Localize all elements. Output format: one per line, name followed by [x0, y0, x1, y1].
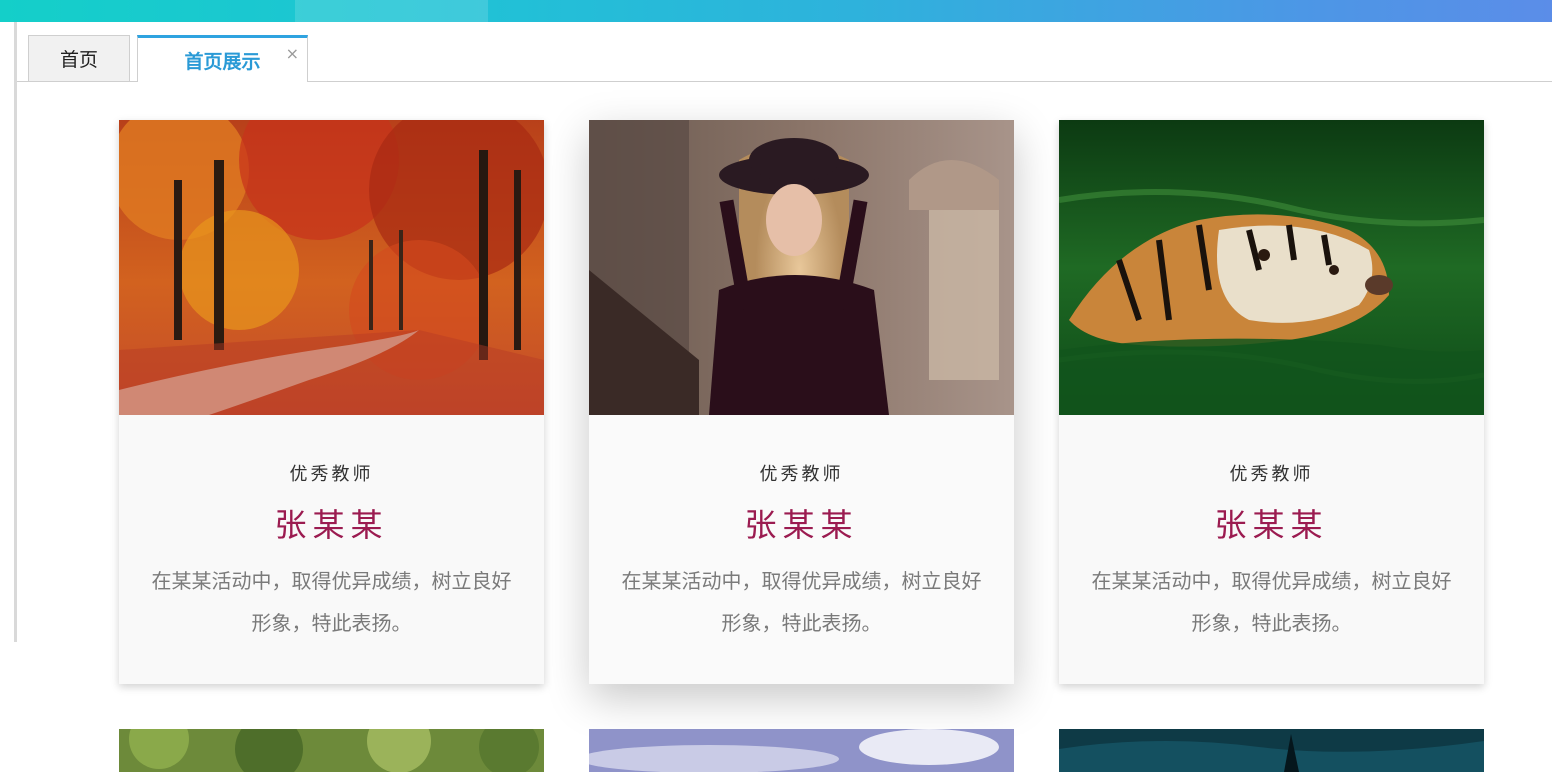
card-name: 张某某: [274, 506, 389, 544]
card-description: 在某某活动中，取得优异成绩，树立良好形象，特此表扬。: [151, 569, 512, 635]
card-image-woman-in-hat: [589, 120, 1014, 415]
tab-bar: 首页 首页展示 ×: [17, 22, 1552, 82]
teacher-card[interactable]: 优秀教师 张某某 在某某活动中，取得优异成绩，树立良好形象，特此表扬。: [589, 120, 1014, 684]
card-image-autumn-forest: [119, 120, 544, 415]
sidebar-edge: [14, 22, 17, 642]
card-name: 张某某: [744, 506, 859, 544]
teacher-card[interactable]: 优秀教师 张某某 在某某活动中，取得优异成绩，树立良好形象，特此表扬。: [1059, 120, 1484, 684]
card-image-green-trees[interactable]: [119, 729, 544, 772]
top-banner: [0, 0, 1552, 22]
teacher-card[interactable]: 优秀教师 张某某 在某某活动中，取得优异成绩，树立良好形象，特此表扬。: [119, 120, 544, 684]
card-image-sky-clouds[interactable]: [589, 729, 1014, 772]
card-name: 张某某: [1214, 506, 1329, 544]
close-icon[interactable]: ×: [286, 44, 299, 63]
tab-home-showcase[interactable]: 首页展示 ×: [137, 35, 308, 82]
card-image-tiger-swimming: [1059, 120, 1484, 415]
tab-home-showcase-label: 首页展示: [184, 50, 261, 73]
card-description: 在某某活动中，取得优异成绩，树立良好形象，特此表扬。: [621, 569, 982, 635]
top-banner-highlight: [295, 0, 488, 22]
card-description: 在某某活动中，取得优异成绩，树立良好形象，特此表扬。: [1091, 569, 1452, 635]
card-role: 优秀教师: [759, 464, 844, 485]
card-image-dark-sea-wave[interactable]: [1059, 729, 1484, 772]
tab-home[interactable]: 首页: [28, 35, 130, 81]
card-role: 优秀教师: [1229, 464, 1314, 485]
card-role: 优秀教师: [289, 464, 374, 485]
tab-home-label: 首页: [59, 49, 98, 71]
